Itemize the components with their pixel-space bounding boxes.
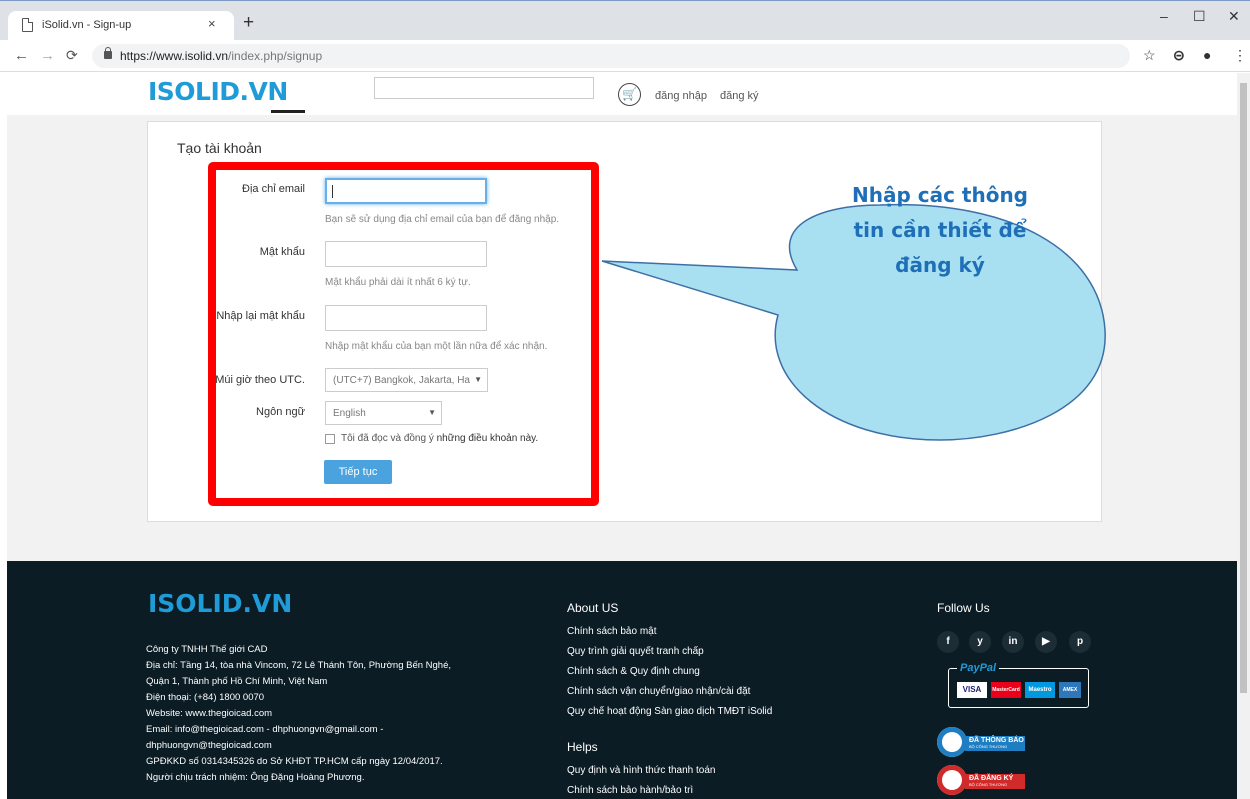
callout-line-3: đăng ký [895, 253, 985, 277]
terms-link[interactable]: những điều khoản này. [437, 433, 539, 444]
site-logo[interactable]: ISOLID.VN [148, 77, 288, 106]
timezone-label: Múi giờ theo UTC. [215, 374, 305, 386]
confirm-password-field[interactable] [325, 305, 487, 331]
close-window-button[interactable]: ✕ [1228, 8, 1240, 25]
signup-link[interactable]: đăng ký [720, 90, 759, 102]
terms-label: Tôi đã đọc và đồng ý những điều khoản nà… [341, 433, 538, 444]
chevron-down-icon: ▼ [428, 408, 436, 417]
menu-icon[interactable]: ⋮ [1233, 47, 1247, 64]
reload-icon[interactable]: ⟳ [66, 47, 78, 64]
site-header: ISOLID.VN 🛒 đăng nhập đăng ký [7, 73, 1237, 115]
timezone-select[interactable]: (UTC+7) Bangkok, Jakarta, Ha ▼ [325, 368, 488, 392]
new-tab-button[interactable]: + [243, 12, 254, 34]
back-icon[interactable]: ← [14, 47, 29, 64]
browser-window: iSolid.vn - Sign-up × + – ☐ ✕ ← → ⟳ http… [0, 0, 1250, 799]
chevron-down-icon: ▼ [472, 375, 482, 384]
browser-tab[interactable]: iSolid.vn - Sign-up × [8, 11, 234, 41]
browser-toolbar: ← → ⟳ https://www.isolid.vn/index.php/si… [0, 40, 1250, 72]
page-title: Tạo tài khoản [177, 140, 262, 156]
search-input[interactable] [374, 77, 594, 99]
password-help: Mật khẩu phải dài ít nhất 6 ký tự. [325, 277, 471, 288]
profile-icon[interactable]: ● [1203, 47, 1211, 63]
vertical-scrollbar[interactable] [1237, 73, 1250, 799]
maximize-button[interactable]: ☐ [1193, 8, 1206, 25]
terms-checkbox[interactable] [325, 434, 335, 444]
password-field[interactable] [325, 241, 487, 267]
language-value: English [333, 408, 366, 419]
minimize-button[interactable]: – [1160, 8, 1168, 24]
callout-line-2: tin cần thiết để [853, 218, 1027, 242]
scrollbar-thumb[interactable] [1240, 83, 1247, 693]
continue-button[interactable]: Tiếp tục [324, 460, 392, 484]
callout-line-1: Nhập các thông [851, 183, 1028, 207]
bookmark-star-icon[interactable]: ☆ [1143, 47, 1156, 64]
text-caret [332, 185, 333, 198]
page-icon [22, 18, 33, 32]
terms-text: Tôi đã đọc và đồng ý [341, 433, 434, 444]
email-help: Bạn sẽ sử dụng địa chỉ email của bạn để … [325, 214, 560, 225]
email-field[interactable] [325, 178, 487, 204]
close-tab-icon[interactable]: × [208, 16, 216, 31]
tab-title: iSolid.vn - Sign-up [42, 19, 132, 31]
lock-icon [104, 47, 112, 59]
login-link[interactable]: đăng nhập [655, 90, 707, 102]
cart-icon[interactable]: 🛒 [618, 83, 641, 106]
forward-icon[interactable]: → [40, 47, 55, 64]
address-bar[interactable]: https://www.isolid.vn/index.php/signup [92, 44, 1130, 68]
url-text: https://www.isolid.vn/index.php/signup [120, 49, 323, 63]
nav-underline [271, 110, 305, 113]
confirm-password-help: Nhập mật khẩu của bạn một lần nữa để xác… [325, 341, 548, 352]
email-label: Địa chỉ email [242, 183, 305, 195]
password-label: Mật khẩu [259, 246, 305, 258]
callout-text: Nhập các thông tin cần thiết để đăng ký [810, 178, 1070, 283]
confirm-password-label: Nhập lại mật khẩu [216, 310, 305, 322]
language-select[interactable]: English ▼ [325, 401, 442, 425]
timezone-value: (UTC+7) Bangkok, Jakarta, Ha [333, 375, 470, 386]
language-label: Ngôn ngữ [256, 406, 305, 418]
extension-icon[interactable]: ⊝ [1173, 47, 1185, 64]
tab-strip: iSolid.vn - Sign-up × + – ☐ ✕ [0, 0, 1250, 41]
